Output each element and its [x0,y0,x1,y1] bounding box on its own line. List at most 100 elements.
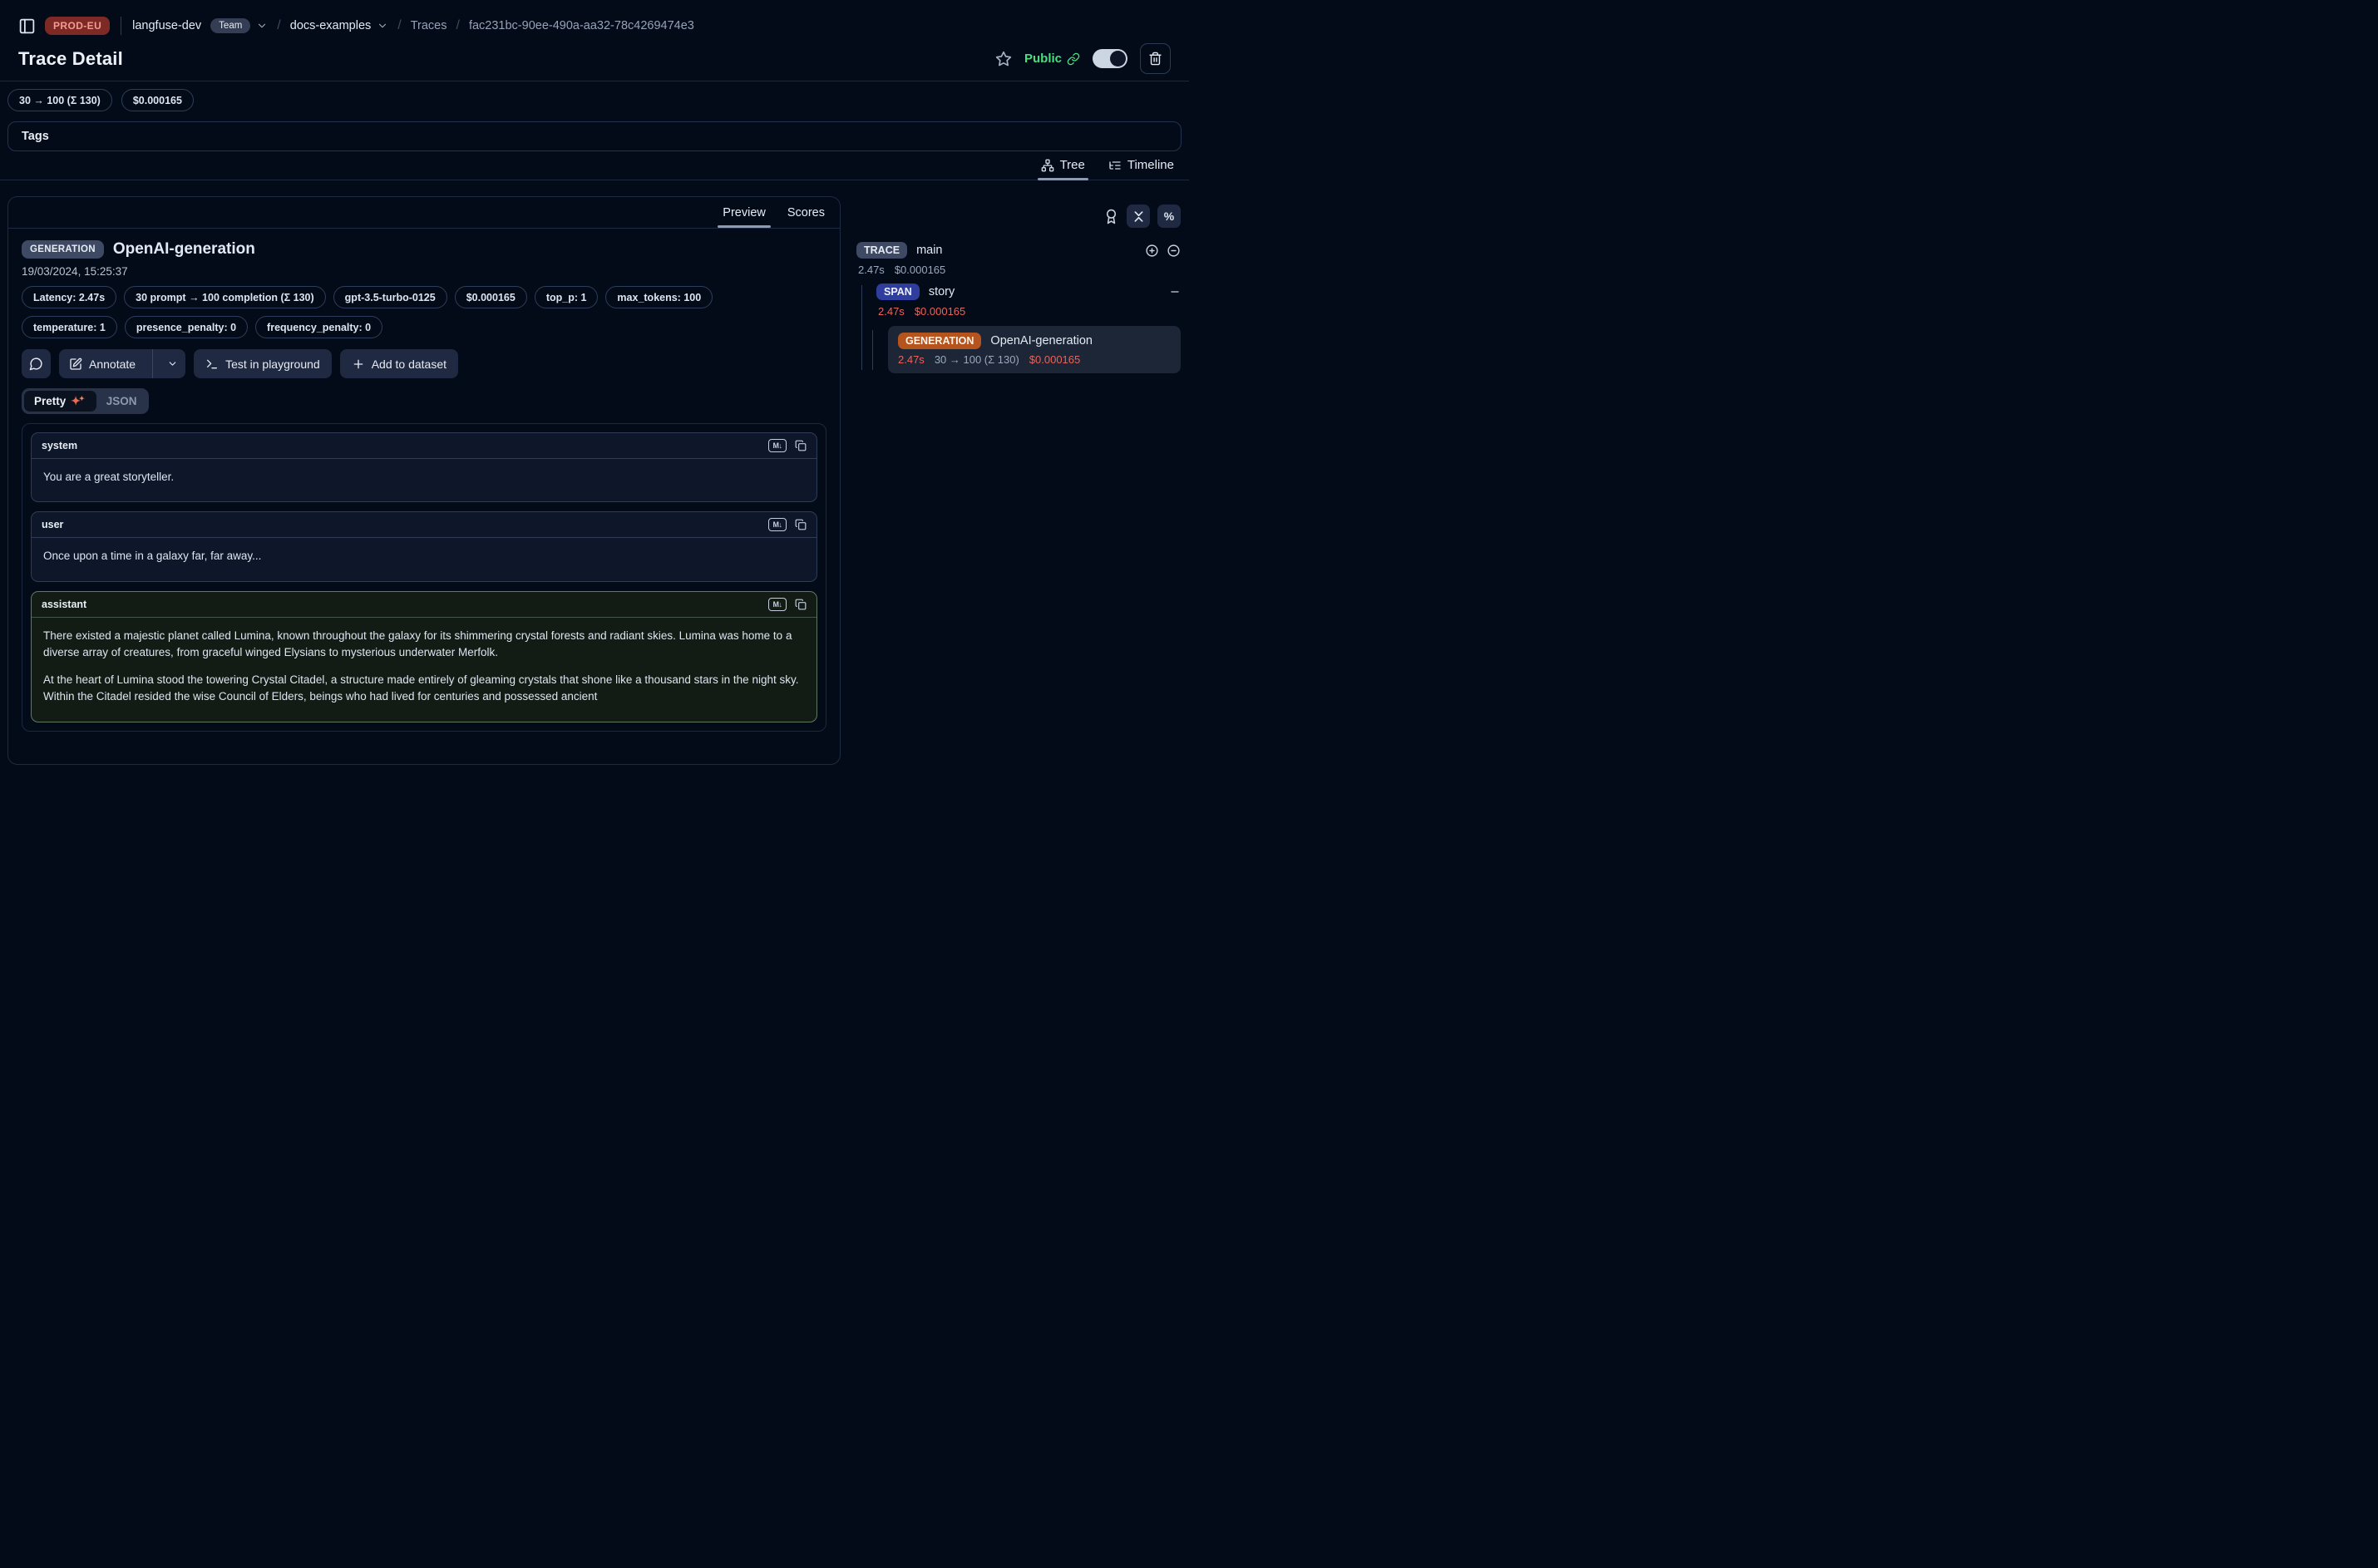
tree-node-trace[interactable]: TRACE main [856,242,1181,259]
annotate-dropdown[interactable] [160,349,185,378]
zoom-in-icon[interactable] [1145,244,1159,258]
tab-tree-label: Tree [1060,158,1085,172]
environment-badge[interactable]: PROD-EU [45,17,110,35]
tree-node-generation-selected[interactable]: GENERATION OpenAI-generation 2.47s 30 → … [888,326,1181,373]
tab-tree[interactable]: Tree [1041,158,1085,172]
trace-cost: $0.000165 [895,264,945,276]
button-divider [152,349,153,378]
generation-tokens: 30 → 100 (Σ 130) [935,353,1019,366]
public-label: Public [1024,52,1062,66]
sidebar-toggle-icon[interactable] [18,17,36,35]
assistant-paragraph-1: There existed a majestic planet called L… [43,628,805,662]
assistant-paragraph-2: At the heart of Lumina stood the towerin… [43,672,805,706]
markdown-toggle-icon[interactable]: M↓ [768,439,787,452]
format-pretty[interactable]: Pretty ✦✦ [24,391,96,412]
observation-title: OpenAI-generation [113,240,255,259]
trace-tree-panel: % TRACE main 2.47s $0.000165 SPAN story [856,196,1181,373]
delete-trace-button[interactable] [1140,43,1171,74]
format-pretty-label: Pretty [34,395,66,407]
span-badge: SPAN [876,284,920,300]
test-in-playground-label: Test in playground [225,357,320,371]
message-assistant: assistant M↓ There existed a majestic pl… [31,591,817,722]
copy-icon[interactable] [795,599,807,610]
public-link[interactable]: Public [1024,52,1080,66]
cost-pill: $0.000165 [455,286,527,308]
message-user: user M↓ Once upon a time in a galaxy far… [31,511,817,581]
fold-vertical-icon [1132,210,1145,223]
presence-penalty-pill: presence_penalty: 0 [125,316,248,338]
message-role: user [42,519,63,530]
trace-name: main [916,244,942,257]
collapse-all-button[interactable] [1127,205,1150,228]
format-json[interactable]: JSON [96,391,147,412]
link-icon [1067,52,1080,66]
star-icon[interactable] [995,51,1012,67]
generation-badge: GENERATION [898,333,981,349]
zoom-out-icon[interactable] [1167,244,1181,258]
toggle-knob [1110,51,1126,67]
page-title: Trace Detail [18,48,123,70]
tree-connector-line [861,285,862,370]
tab-timeline-label: Timeline [1127,158,1174,172]
markdown-toggle-icon[interactable]: M↓ [768,598,787,611]
message-role: assistant [42,599,86,610]
observation-actions: Annotate Test in playground Add to datas… [22,349,826,378]
observation-timestamp: 19/03/2024, 15:25:37 [22,265,826,278]
tab-timeline[interactable]: Timeline [1108,158,1174,172]
copy-icon[interactable] [795,519,807,530]
comment-button[interactable] [22,349,51,378]
tree-node-span[interactable]: SPAN story [876,284,1181,300]
model-pill[interactable]: gpt-3.5-turbo-0125 [333,286,447,308]
award-icon[interactable] [1103,209,1119,224]
markdown-toggle-icon[interactable]: M↓ [768,518,787,531]
annotate-label: Annotate [89,357,136,371]
tags-box[interactable]: Tags [7,121,1182,151]
span-latency: 2.47s [878,305,905,318]
trash-icon [1148,52,1162,66]
token-usage-badge: 30 → 100 (Σ 130) [7,89,112,111]
collapse-node-icon[interactable] [1169,286,1181,298]
trace-badge: TRACE [856,242,907,259]
copy-icon[interactable] [795,440,807,451]
top-p-pill: top_p: 1 [535,286,599,308]
generation-latency: 2.47s [898,353,925,366]
observation-metadata-pills: Latency: 2.47s 30 prompt → 100 completio… [22,286,803,338]
sparkles-icon: ✦✦ [71,395,86,407]
breadcrumb-separator: / [277,18,280,33]
generation-metrics: 2.47s 30 → 100 (Σ 130) $0.000165 [898,353,1171,366]
breadcrumb-project[interactable]: docs-examples [290,19,372,32]
annotate-button[interactable]: Annotate [59,349,185,378]
message-content: Once upon a time in a galaxy far, far aw… [32,538,817,580]
message-role: system [42,440,77,451]
generation-name: OpenAI-generation [990,334,1093,348]
top-bar: PROD-EU langfuse-dev Team / docs-example… [0,0,1189,81]
breadcrumb-traces[interactable]: Traces [411,19,447,32]
frequency-penalty-pill: frequency_penalty: 0 [255,316,382,338]
panel-tabs: Preview Scores [8,197,840,229]
breadcrumb-separator: / [456,18,460,33]
message-content: There existed a majestic planet called L… [32,618,817,722]
tree-children: SPAN story 2.47s $0.000165 GENERATION Op… [861,284,1181,373]
message-system: system M↓ You are a great storyteller. [31,432,817,502]
breadcrumb-org[interactable]: langfuse-dev [132,19,201,32]
edit-icon [69,357,82,371]
breadcrumb-separator: / [397,18,401,33]
timeline-icon [1108,159,1122,172]
span-name: story [929,285,955,298]
trace-summary-badges: 30 → 100 (Σ 130) $0.000165 [0,89,1189,111]
tab-preview[interactable]: Preview [723,197,766,228]
tree-toolbar: % [856,205,1181,228]
view-tabs: Tree Timeline [0,158,1189,180]
span-cost: $0.000165 [915,305,965,318]
add-to-dataset-button[interactable]: Add to dataset [340,349,458,378]
chevron-down-icon[interactable] [377,20,388,32]
tab-scores[interactable]: Scores [787,197,825,228]
chevron-down-icon[interactable] [256,20,268,32]
tags-label: Tags [22,130,49,143]
metrics-toggle-button[interactable]: % [1157,205,1181,228]
latency-pill: Latency: 2.47s [22,286,116,308]
trace-latency: 2.47s [858,264,885,276]
test-in-playground-button[interactable]: Test in playground [194,349,332,378]
annotate-main[interactable]: Annotate [59,349,146,378]
public-toggle[interactable] [1093,49,1127,68]
